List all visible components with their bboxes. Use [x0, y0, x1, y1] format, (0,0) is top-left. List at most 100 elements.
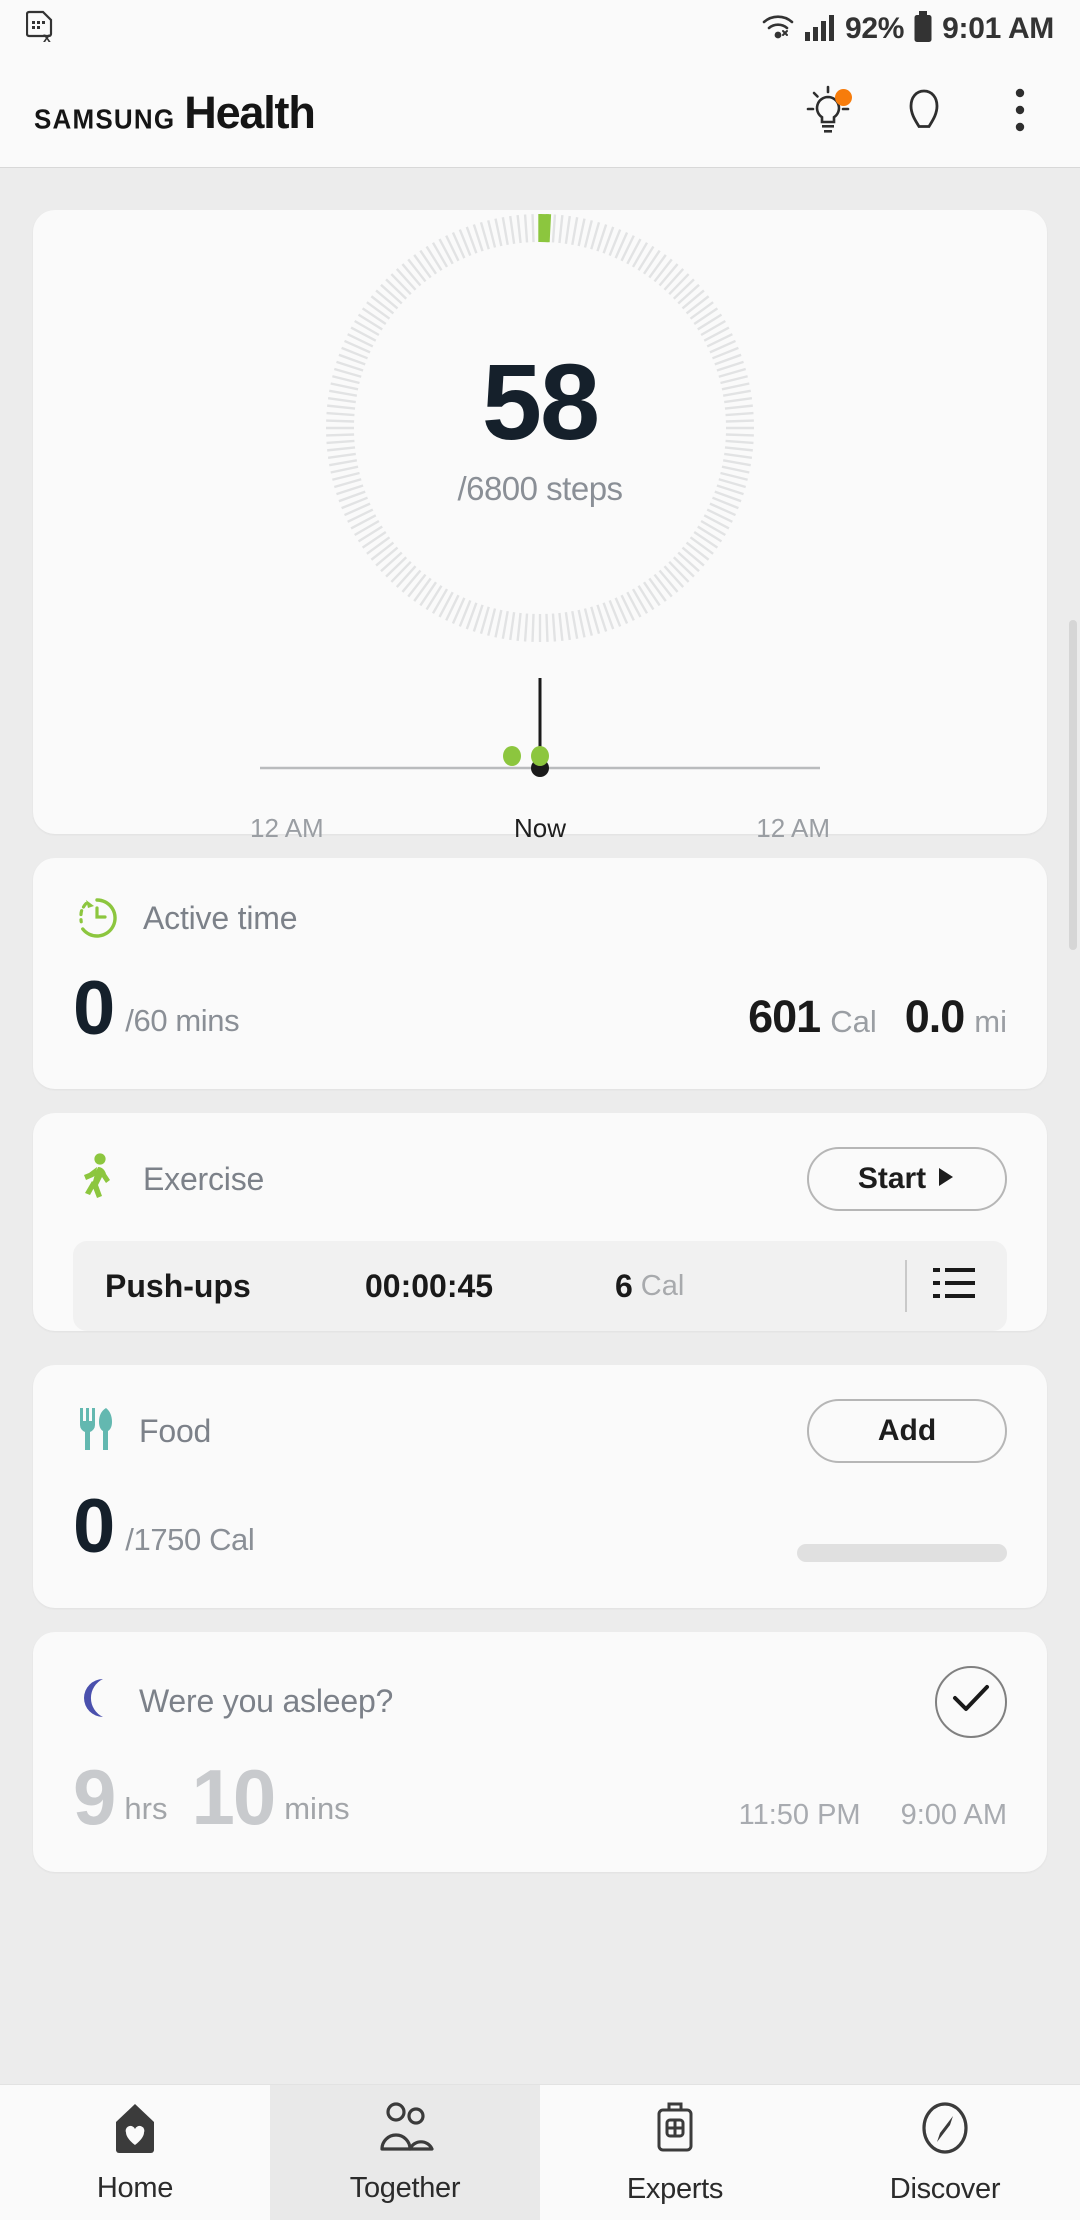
steps-value: 58	[481, 341, 600, 462]
food-values: 0 /1750 Cal	[33, 1463, 1047, 1607]
fork-knife-icon	[73, 1404, 117, 1459]
tips-button[interactable]	[802, 85, 854, 139]
exercise-header: Exercise Start	[33, 1113, 1047, 1212]
nav-label-together: Together	[349, 2171, 461, 2204]
nav-item-experts[interactable]: Experts	[540, 2085, 810, 2220]
status-bar-right: 92% 9:01 AM	[761, 10, 1054, 48]
food-title: Food	[139, 1412, 212, 1449]
timeline-end-label: 12 AM	[756, 813, 830, 843]
food-progress-bar	[797, 1543, 1007, 1562]
timeline-now-label: Now	[513, 813, 566, 843]
people-icon	[376, 2101, 434, 2160]
play-icon	[936, 1162, 956, 1196]
food-progress-wrap	[797, 1543, 1007, 1562]
food-card[interactable]: Food Add 0 /1750 Cal	[33, 1365, 1047, 1608]
calories-unit: Cal	[830, 1004, 877, 1040]
distance-value: 0.0	[904, 991, 966, 1043]
notification-badge	[835, 88, 852, 106]
sleep-range: 11:50 PM 9:00 AM	[739, 1799, 1007, 1832]
steps-card[interactable]: 58 /6800 steps 12 AM Now 12 AM	[33, 210, 1047, 843]
battery-percent-label: 92%	[845, 12, 905, 45]
active-time-title: Active time	[143, 900, 298, 936]
exercise-row-divider	[905, 1260, 907, 1313]
exercise-entry-calories: 6	[615, 1267, 633, 1304]
steps-timeline-chart	[260, 678, 820, 777]
active-time-value: 0	[73, 966, 115, 1051]
active-time-header: Active time	[33, 858, 1047, 945]
steps-timeline: 12 AM Now 12 AM	[240, 650, 840, 843]
steps-dial-center: 58 /6800 steps	[322, 210, 758, 646]
sleep-header: Were you asleep?	[33, 1632, 1047, 1738]
active-time-values: 0 /60 mins 601 Cal 0.0 mi	[33, 945, 1047, 1089]
profile-icon	[902, 85, 946, 140]
steps-goal-label: /6800 steps	[457, 470, 623, 507]
calories-value: 601	[748, 991, 821, 1043]
list-icon[interactable]	[933, 1265, 975, 1308]
app-bar: SAMSUNG Health	[0, 58, 1080, 168]
nav-item-home[interactable]: Home	[0, 2085, 270, 2220]
brand-health-label: Health	[184, 86, 316, 138]
scroll-content[interactable]: 58 /6800 steps 12 AM Now 12 AM Active ti…	[0, 168, 1080, 2084]
timeline-start-label: 12 AM	[250, 813, 324, 843]
active-time-card[interactable]: Active time 0 /60 mins 601 Cal 0.0 mi	[33, 858, 1047, 1090]
sleep-time-labels: 11:50 PM 9:00 AM	[739, 1799, 1007, 1832]
svg-text:x: x	[43, 29, 51, 44]
nav-label-home: Home	[96, 2171, 174, 2204]
sleep-card[interactable]: Were you asleep? 9 hrs 10 mins 11:50 PM	[33, 1631, 1047, 1872]
clock-label: 9:01 AM	[942, 12, 1054, 45]
food-value: 0	[73, 1484, 115, 1570]
moon-icon	[73, 1675, 117, 1728]
sleep-minutes-value: 10	[191, 1752, 276, 1841]
medical-bag-icon	[650, 2100, 700, 2161]
sleep-start-time: 11:50 PM	[738, 1798, 861, 1831]
more-options-icon	[1013, 86, 1027, 139]
more-options-button[interactable]	[994, 87, 1046, 139]
sleep-title: Were you asleep?	[139, 1683, 394, 1720]
brand-samsung-label: SAMSUNG	[34, 102, 176, 135]
home-heart-icon	[109, 2101, 161, 2160]
exercise-entry-row[interactable]: Push-ups 00:00:45 6 Cal	[73, 1241, 1007, 1332]
exercise-title: Exercise	[143, 1160, 265, 1197]
active-time-secondary-stats: 601 Cal 0.0 mi	[748, 991, 1007, 1043]
phone-screen: x 92% 9:01 AM SAMSUNG Health 58 /6800 st…	[0, 0, 1080, 2220]
sleep-end-time: 9:00 AM	[900, 1798, 1007, 1831]
active-time-unit: /60 mins	[125, 1003, 240, 1039]
nav-item-discover[interactable]: Discover	[810, 2085, 1080, 2220]
nav-item-together[interactable]: Together	[270, 2085, 540, 2220]
running-person-icon	[73, 1151, 121, 1208]
profile-button[interactable]	[898, 87, 950, 139]
sleep-minutes-unit: mins	[284, 1790, 350, 1826]
nav-label-experts: Experts	[626, 2172, 724, 2205]
exercise-entry-name: Push-ups	[105, 1267, 251, 1304]
exercise-start-button[interactable]: Start	[807, 1147, 1007, 1212]
steps-dial: 58 /6800 steps	[322, 210, 758, 646]
exercise-card[interactable]: Exercise Start Push-ups 00:00:45 6 Cal	[33, 1113, 1047, 1332]
scrollbar-thumb[interactable]	[1069, 620, 1077, 950]
status-bar-left: x	[25, 10, 56, 49]
wifi-icon	[761, 12, 795, 47]
status-bar: x 92% 9:01 AM	[0, 0, 1080, 58]
nav-label-discover: Discover	[889, 2172, 1001, 2205]
stopwatch-icon	[73, 892, 121, 945]
food-unit: /1750 Cal	[125, 1521, 255, 1557]
food-header: Food Add	[33, 1365, 1047, 1464]
exercise-entry-calories-unit: Cal	[640, 1269, 685, 1302]
app-logo: SAMSUNG Health	[34, 86, 316, 139]
sleep-values: 9 hrs 10 mins 11:50 PM 9:00 AM	[33, 1738, 1047, 1872]
exercise-start-label: Start	[857, 1162, 927, 1196]
cellular-signal-icon	[804, 12, 836, 47]
battery-icon	[913, 10, 933, 48]
bottom-navigation: Home Together Experts Discover	[0, 2084, 1080, 2220]
app-bar-actions	[802, 85, 1046, 139]
sleep-confirm-button[interactable]	[935, 1665, 1007, 1738]
sim-card-error-icon: x	[25, 10, 56, 49]
compass-icon	[918, 2100, 972, 2161]
sleep-hours-value: 9	[73, 1752, 116, 1841]
exercise-entry-duration: 00:00:45	[365, 1267, 494, 1304]
sleep-hours-unit: hrs	[124, 1790, 168, 1826]
distance-unit: mi	[974, 1004, 1007, 1040]
food-add-button[interactable]: Add	[807, 1399, 1007, 1464]
steps-timeline-labels: 12 AM Now 12 AM	[250, 813, 830, 844]
food-add-label: Add	[877, 1414, 937, 1448]
check-icon	[951, 1682, 991, 1721]
